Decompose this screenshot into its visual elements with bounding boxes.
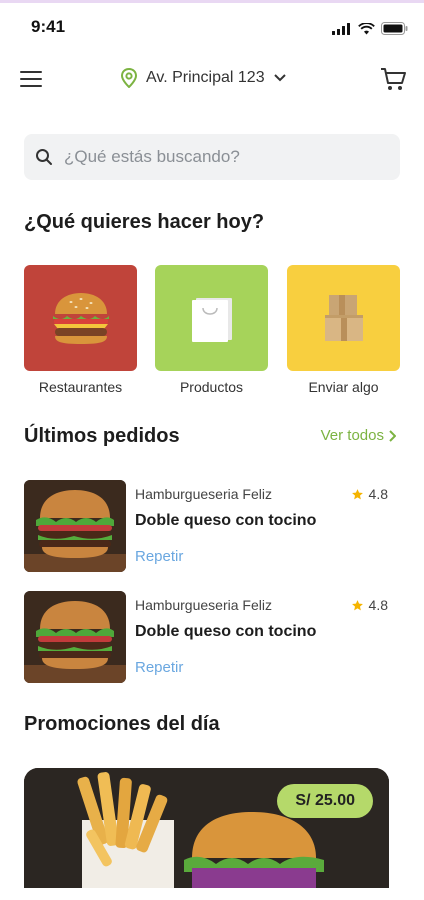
repeat-button[interactable]: Repetir <box>135 659 183 676</box>
cart-icon <box>381 68 406 90</box>
burger-icon <box>52 293 109 344</box>
category-tile[interactable] <box>155 265 268 371</box>
category-tile[interactable] <box>24 265 137 371</box>
order-thumbnail <box>24 591 126 683</box>
category-label: Restaurantes <box>38 379 123 395</box>
repeat-button[interactable]: Repetir <box>135 548 183 565</box>
category-tile[interactable] <box>287 265 400 371</box>
burger-photo-icon <box>24 480 126 572</box>
star-icon <box>351 599 363 610</box>
status-bar: 9:41 <box>0 3 424 47</box>
package-box-icon <box>324 295 363 341</box>
category-restaurants[interactable]: Restaurantes <box>24 265 137 395</box>
category-send[interactable]: Enviar algo <box>287 265 400 395</box>
address-text: Av. Principal 123 <box>146 69 265 86</box>
section-title-promos: Promociones del día <box>24 713 220 735</box>
search-bar[interactable] <box>24 134 400 180</box>
search-icon <box>36 149 52 165</box>
see-all-label: Ver todos <box>320 427 384 444</box>
address-selector[interactable]: Av. Principal 123 <box>120 66 287 90</box>
order-card[interactable]: Hamburgueseria Feliz 4.8 Doble queso con… <box>24 591 400 683</box>
burger-photo-icon <box>24 591 126 683</box>
app-header: Av. Principal 123 <box>0 56 424 100</box>
rating-value: 4.8 <box>368 486 388 502</box>
star-icon <box>351 488 363 499</box>
dish-name: Doble queso con tocino <box>135 512 317 529</box>
shopping-bag-icon <box>191 298 232 342</box>
see-all-link[interactable]: Ver todos <box>321 427 396 444</box>
search-input[interactable] <box>64 134 384 180</box>
restaurant-name: Hamburgueseria Feliz <box>135 486 272 502</box>
cart-button[interactable] <box>379 65 407 93</box>
section-title-what: ¿Qué quieres hacer hoy? <box>24 211 265 233</box>
section-title-orders: Últimos pedidos <box>24 425 180 447</box>
category-label: Productos <box>179 379 244 395</box>
signal-icon <box>332 22 350 35</box>
chevron-down-icon <box>273 74 286 82</box>
chevron-right-icon <box>389 429 396 442</box>
order-thumbnail <box>24 480 126 572</box>
location-pin-icon <box>120 68 138 88</box>
category-label: Enviar algo <box>308 379 379 395</box>
menu-button[interactable] <box>20 68 44 88</box>
order-card[interactable]: Hamburgueseria Feliz 4.8 Doble queso con… <box>24 480 400 572</box>
promo-price-badge: S/ 25.00 <box>277 784 373 818</box>
restaurant-name: Hamburgueseria Feliz <box>135 597 272 613</box>
system-icons <box>332 22 408 35</box>
wifi-icon <box>358 22 375 34</box>
rating-value: 4.8 <box>368 597 388 613</box>
rating: 4.8 <box>351 486 388 502</box>
status-time: 9:41 <box>31 17 66 36</box>
battery-icon <box>381 22 408 35</box>
rating: 4.8 <box>351 597 388 613</box>
category-products[interactable]: Productos <box>155 265 268 395</box>
promo-banner[interactable]: S/ 25.00 <box>24 768 389 888</box>
dish-name: Doble queso con tocino <box>135 623 317 640</box>
